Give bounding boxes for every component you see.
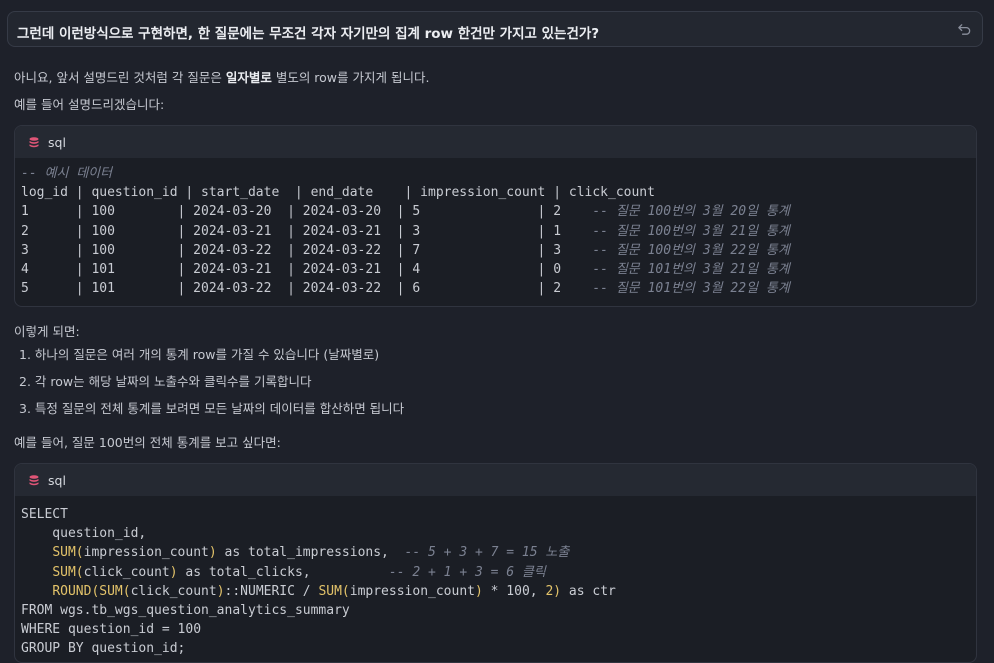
code-token: )	[553, 583, 562, 599]
code-line: SUM(click_count) as total_clicks, -- 2 +…	[21, 563, 976, 582]
code-line: SELECT	[21, 505, 976, 524]
then-lead: 이렇게 되면:	[14, 324, 80, 339]
code-token: -- 5 + 3 + 7 = 15 노출	[404, 545, 570, 561]
code-line: question_id,	[21, 524, 976, 543]
code-token: click_count	[130, 583, 217, 599]
code-text: 4 | 101 | 2024-03-21 | 2024-03-21 | 4 | …	[21, 262, 593, 278]
code-block-example-data: sql -- 예시 데이터 log_id | question_id | star…	[14, 125, 977, 307]
undo-arrow-icon[interactable]	[957, 22, 972, 37]
list-item: 1. 하나의 질문은 여러 개의 통계 row를 가질 수 있습니다 (날짜별로…	[19, 347, 380, 362]
code-token: (	[341, 583, 350, 599]
code-token: )	[216, 583, 225, 599]
code-comment: -- 질문 100번의 3월 21일 통계	[592, 223, 790, 239]
code-header: sql	[15, 126, 976, 158]
code-token: (	[75, 564, 84, 580]
code-comment: -- 질문 101번의 3월 22일 통계	[592, 281, 790, 297]
code-token: as ctr	[561, 583, 616, 599]
code-token: -- 2 + 1 + 3 = 6 클릭	[388, 564, 546, 580]
code-token: WHERE	[21, 622, 61, 638]
code-token: question_id;	[83, 641, 186, 657]
code-comment: -- 질문 100번의 3월 20일 통계	[592, 204, 790, 220]
question-text: 그런데 이런방식으로 구현하면, 한 질문에는 무조건 각자 자기만의 집계 r…	[17, 26, 600, 42]
code-token: wgs.tb_wgs_question_analytics_summary	[52, 603, 350, 619]
code-line: 5 | 101 | 2024-03-22 | 2024-03-22 | 6 | …	[21, 279, 976, 298]
code-token: (	[75, 545, 84, 561]
code-token: impression_count	[83, 545, 209, 561]
code-line: ROUND(SUM(click_count)::NUMERIC / SUM(im…	[21, 582, 976, 601]
code-token: * 100,	[482, 583, 546, 599]
database-icon	[29, 475, 39, 486]
code-token: question_id = 100	[60, 622, 202, 638]
code-token: ROUND	[52, 583, 92, 599]
code-token: question_id,	[21, 526, 147, 542]
code-token: GROUP BY	[21, 641, 84, 657]
answer-intro: 아니요, 앞서 설명드린 것처럼 각 질문은 일자별로 별도의 row를 가지게…	[14, 67, 429, 86]
explanation-steps: 1. 하나의 질문은 여러 개의 통계 row를 가질 수 있습니다 (날짜별로…	[14, 345, 404, 426]
code-token: )	[208, 545, 217, 561]
code-line: GROUP BY question_id;	[21, 639, 976, 658]
code-text: log_id | question_id | start_date | end_…	[21, 185, 655, 201]
code-text: 3 | 100 | 2024-03-22 | 2024-03-22 | 7 | …	[21, 242, 593, 258]
code-comment: -- 예시 데이터	[21, 166, 113, 181]
user-question-bubble: 그런데 이런방식으로 구현하면, 한 질문에는 무조건 각자 자기만의 집계 r…	[7, 11, 983, 47]
intro-suffix: 별도의 row를 가지게 됩니다.	[271, 70, 430, 85]
code-token: SUM	[99, 583, 123, 599]
code-token: )	[474, 583, 483, 599]
code-language-label: sql	[48, 135, 66, 150]
total-lead: 예를 들어, 질문 100번의 전체 통계를 보고 싶다면:	[14, 435, 281, 450]
code-body[interactable]: -- 예시 데이터 log_id | question_id | start_da…	[15, 158, 976, 298]
code-text: 5 | 101 | 2024-03-22 | 2024-03-22 | 6 | …	[21, 281, 593, 297]
code-body[interactable]: SELECT question_id, SUM(impression_count…	[15, 496, 976, 659]
code-token: FROM	[21, 603, 53, 619]
code-header: sql	[15, 464, 976, 496]
code-token: SELECT	[21, 507, 68, 522]
code-line: FROM wgs.tb_wgs_question_analytics_summa…	[21, 601, 976, 620]
code-token: as total_clicks,	[177, 564, 389, 580]
code-token: )	[169, 564, 178, 580]
intro-bold: 일자별로	[225, 70, 272, 85]
code-line: SUM(impression_count) as total_impressio…	[21, 543, 976, 562]
code-token: (	[122, 583, 131, 599]
code-language-label: sql	[48, 473, 66, 488]
code-line: 3 | 100 | 2024-03-22 | 2024-03-22 | 7 | …	[21, 241, 976, 260]
code-line: -- 예시 데이터	[21, 164, 976, 183]
code-token: SUM	[318, 583, 342, 599]
code-line: 4 | 101 | 2024-03-21 | 2024-03-21 | 4 | …	[21, 260, 976, 279]
example-lead: 예를 들어 설명드리겠습니다:	[14, 97, 165, 112]
code-token: impression_count	[349, 583, 475, 599]
code-line: WHERE question_id = 100	[21, 620, 976, 639]
code-token: ::NUMERIC /	[224, 583, 319, 599]
code-text: 2 | 100 | 2024-03-21 | 2024-03-21 | 3 | …	[21, 223, 593, 239]
code-line: log_id | question_id | start_date | end_…	[21, 183, 976, 202]
code-block-aggregate-query: sql SELECT question_id, SUM(impression_c…	[14, 463, 977, 663]
code-line: 1 | 100 | 2024-03-20 | 2024-03-20 | 5 | …	[21, 202, 976, 221]
code-line: 2 | 100 | 2024-03-21 | 2024-03-21 | 3 | …	[21, 222, 976, 241]
code-token: as total_impressions,	[216, 545, 405, 561]
code-token: click_count	[83, 564, 170, 580]
database-icon	[29, 137, 39, 148]
intro-prefix: 아니요, 앞서 설명드린 것처럼 각 질문은	[14, 70, 226, 85]
code-token: SUM	[52, 564, 76, 580]
code-token: SUM	[52, 545, 76, 561]
list-item: 2. 각 row는 해당 날짜의 노출수와 클릭수를 기록합니다	[19, 374, 312, 389]
code-comment: -- 질문 100번의 3월 22일 통계	[592, 242, 790, 258]
code-text: 1 | 100 | 2024-03-20 | 2024-03-20 | 5 | …	[21, 204, 593, 220]
list-item: 3. 특정 질문의 전체 통계를 보려면 모든 날짜의 데이터를 합산하면 됩니…	[19, 401, 405, 416]
code-comment: -- 질문 101번의 3월 21일 통계	[592, 262, 790, 278]
